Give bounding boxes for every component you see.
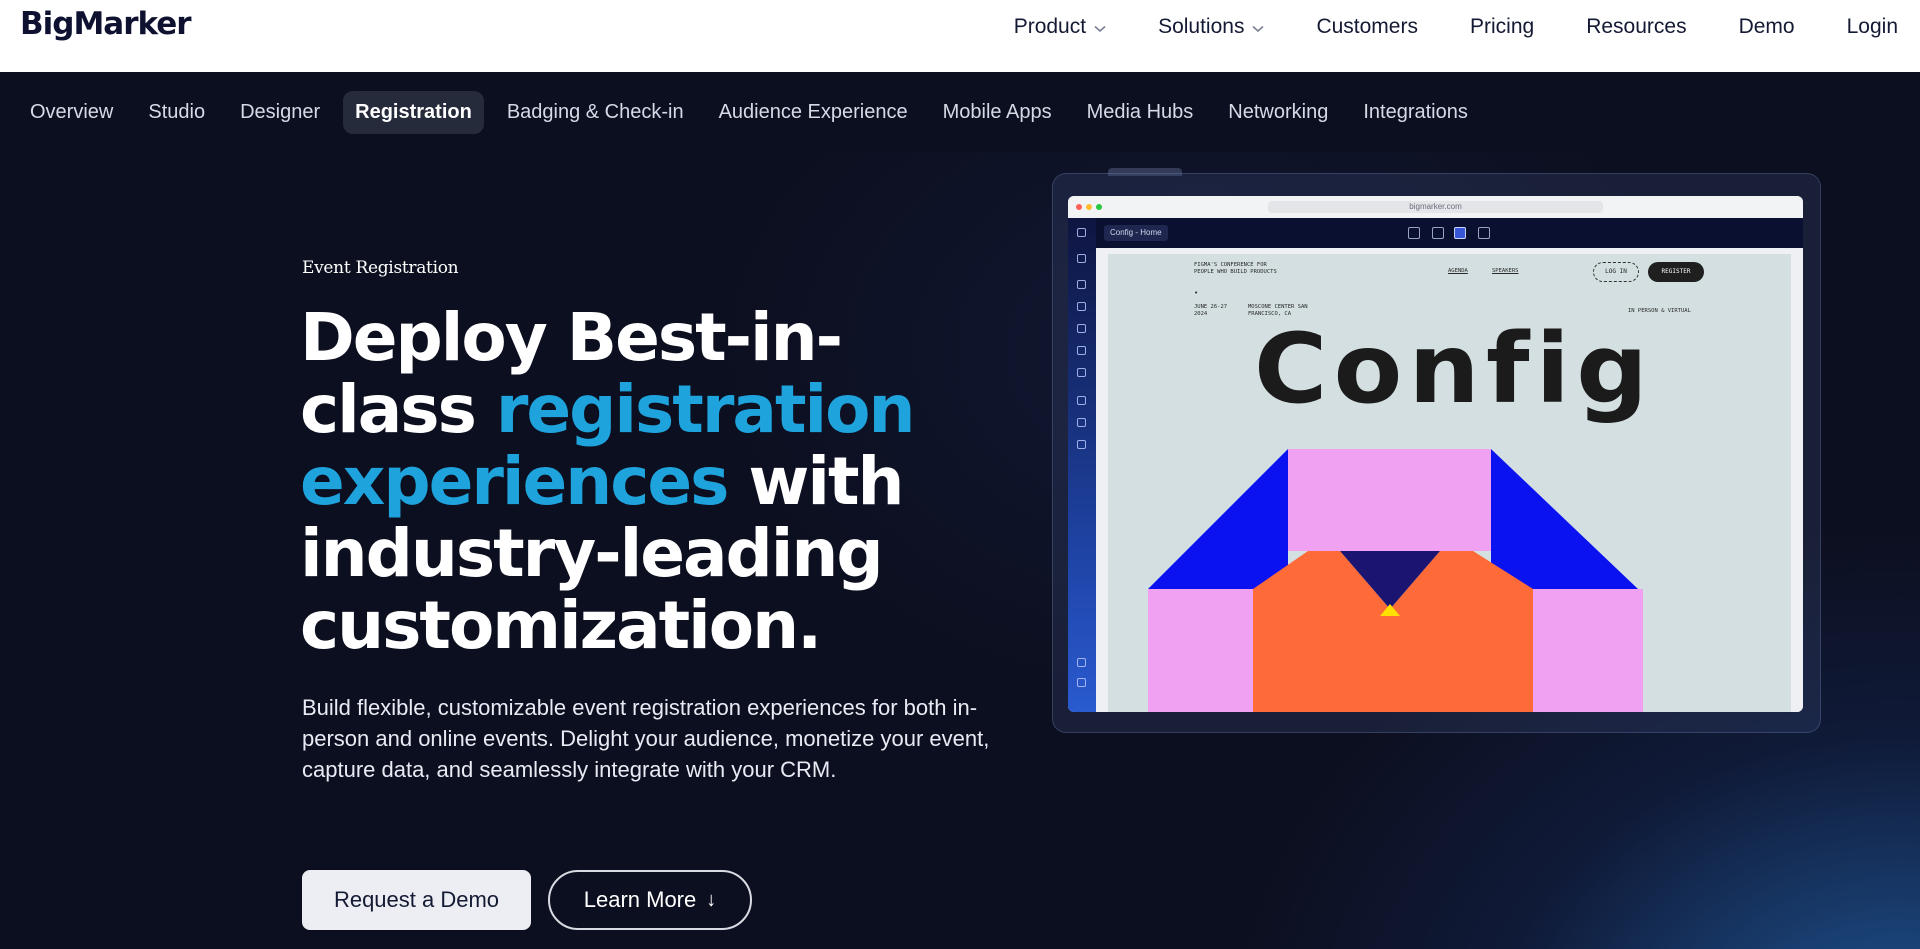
learn-more-button[interactable]: Learn More ↓ [548, 870, 752, 930]
subnav-registration[interactable]: Registration [343, 90, 484, 134]
box-icon [1077, 368, 1086, 377]
subnav-media-hubs[interactable]: Media Hubs [1075, 91, 1206, 134]
chevron-down-icon [1094, 15, 1106, 39]
top-navbar: BigMarker Product Solutions Customers Pr… [0, 0, 1920, 72]
subnav-overview[interactable]: Overview [18, 91, 125, 134]
browser-mockup: bigmarker.com Config - Home FIGMA'S CONF… [1068, 196, 1803, 712]
subnav-integrations[interactable]: Integrations [1351, 91, 1480, 134]
tablet-icon [1432, 227, 1444, 239]
request-demo-button[interactable]: Request a Demo [302, 870, 531, 930]
config-artwork: Config [1148, 313, 1654, 712]
app-logo-icon [1077, 228, 1086, 237]
laptop-icon [1454, 227, 1466, 239]
link-icon [1077, 396, 1086, 405]
nav-solutions-label: Solutions [1158, 15, 1245, 38]
product-subnav: Overview Studio Designer Registration Ba… [0, 72, 1920, 152]
subnav-designer[interactable]: Designer [228, 91, 332, 134]
braces-icon [1077, 324, 1086, 333]
subnav-audience-experience[interactable]: Audience Experience [707, 91, 920, 134]
learn-more-label: Learn More [583, 887, 697, 912]
nav-solutions[interactable]: Solutions [1158, 15, 1264, 39]
code-icon [1077, 280, 1086, 289]
nav-login[interactable]: Login [1847, 15, 1898, 39]
request-demo-label: Request a Demo [333, 887, 500, 912]
hero-eyebrow: Event Registration [302, 258, 459, 278]
geometric-illustration [1148, 449, 1643, 712]
brush-icon [1077, 302, 1086, 311]
designer-canvas: FIGMA'S CONFERENCE FOR PEOPLE WHO BUILD … [1096, 248, 1803, 712]
image-icon [1077, 346, 1086, 355]
nav-product-label: Product [1013, 15, 1087, 38]
refresh-icon [1077, 418, 1086, 427]
nav-product[interactable]: Product [1014, 15, 1106, 39]
nav-resources[interactable]: Resources [1586, 15, 1686, 39]
subnav-mobile-apps[interactable]: Mobile Apps [931, 91, 1064, 134]
config-wordmark-text: Config [1254, 313, 1654, 425]
browser-chrome: bigmarker.com [1068, 196, 1803, 218]
window-minimize-dot-icon [1086, 204, 1092, 210]
nav-demo[interactable]: Demo [1739, 15, 1795, 39]
nav-pricing[interactable]: Pricing [1470, 15, 1534, 39]
config-wordmark: Config [1254, 313, 1654, 425]
browser-url-bar: bigmarker.com [1268, 201, 1603, 213]
help-icon [1077, 678, 1086, 687]
desktop-icon [1478, 227, 1490, 239]
designer-sidebar [1068, 218, 1096, 712]
page-selector: Config - Home [1104, 225, 1168, 241]
window-close-dot-icon [1076, 204, 1082, 210]
text-icon [1077, 254, 1086, 263]
main-nav: Product Solutions Customers Pricing Reso… [962, 0, 1898, 54]
subnav-studio[interactable]: Studio [136, 91, 217, 134]
window-maximize-dot-icon [1096, 204, 1102, 210]
arrow-down-icon: ↓ [706, 888, 717, 911]
phone-icon [1408, 227, 1420, 239]
hero-description: Build flexible, customizable event regis… [302, 695, 990, 782]
config-preview-page: FIGMA'S CONFERENCE FOR PEOPLE WHO BUILD … [1108, 254, 1791, 712]
settings-icon [1077, 440, 1086, 449]
subnav-networking[interactable]: Networking [1216, 91, 1340, 134]
chevron-down-icon [1252, 15, 1264, 39]
subnav-badging-check-in[interactable]: Badging & Check-in [495, 91, 696, 134]
hero-headline: Deploy Best-in-class registration experi… [300, 302, 920, 662]
bigmarker-logo[interactable]: BigMarker [20, 6, 192, 42]
nav-customers[interactable]: Customers [1316, 15, 1418, 39]
history-icon [1077, 658, 1086, 667]
